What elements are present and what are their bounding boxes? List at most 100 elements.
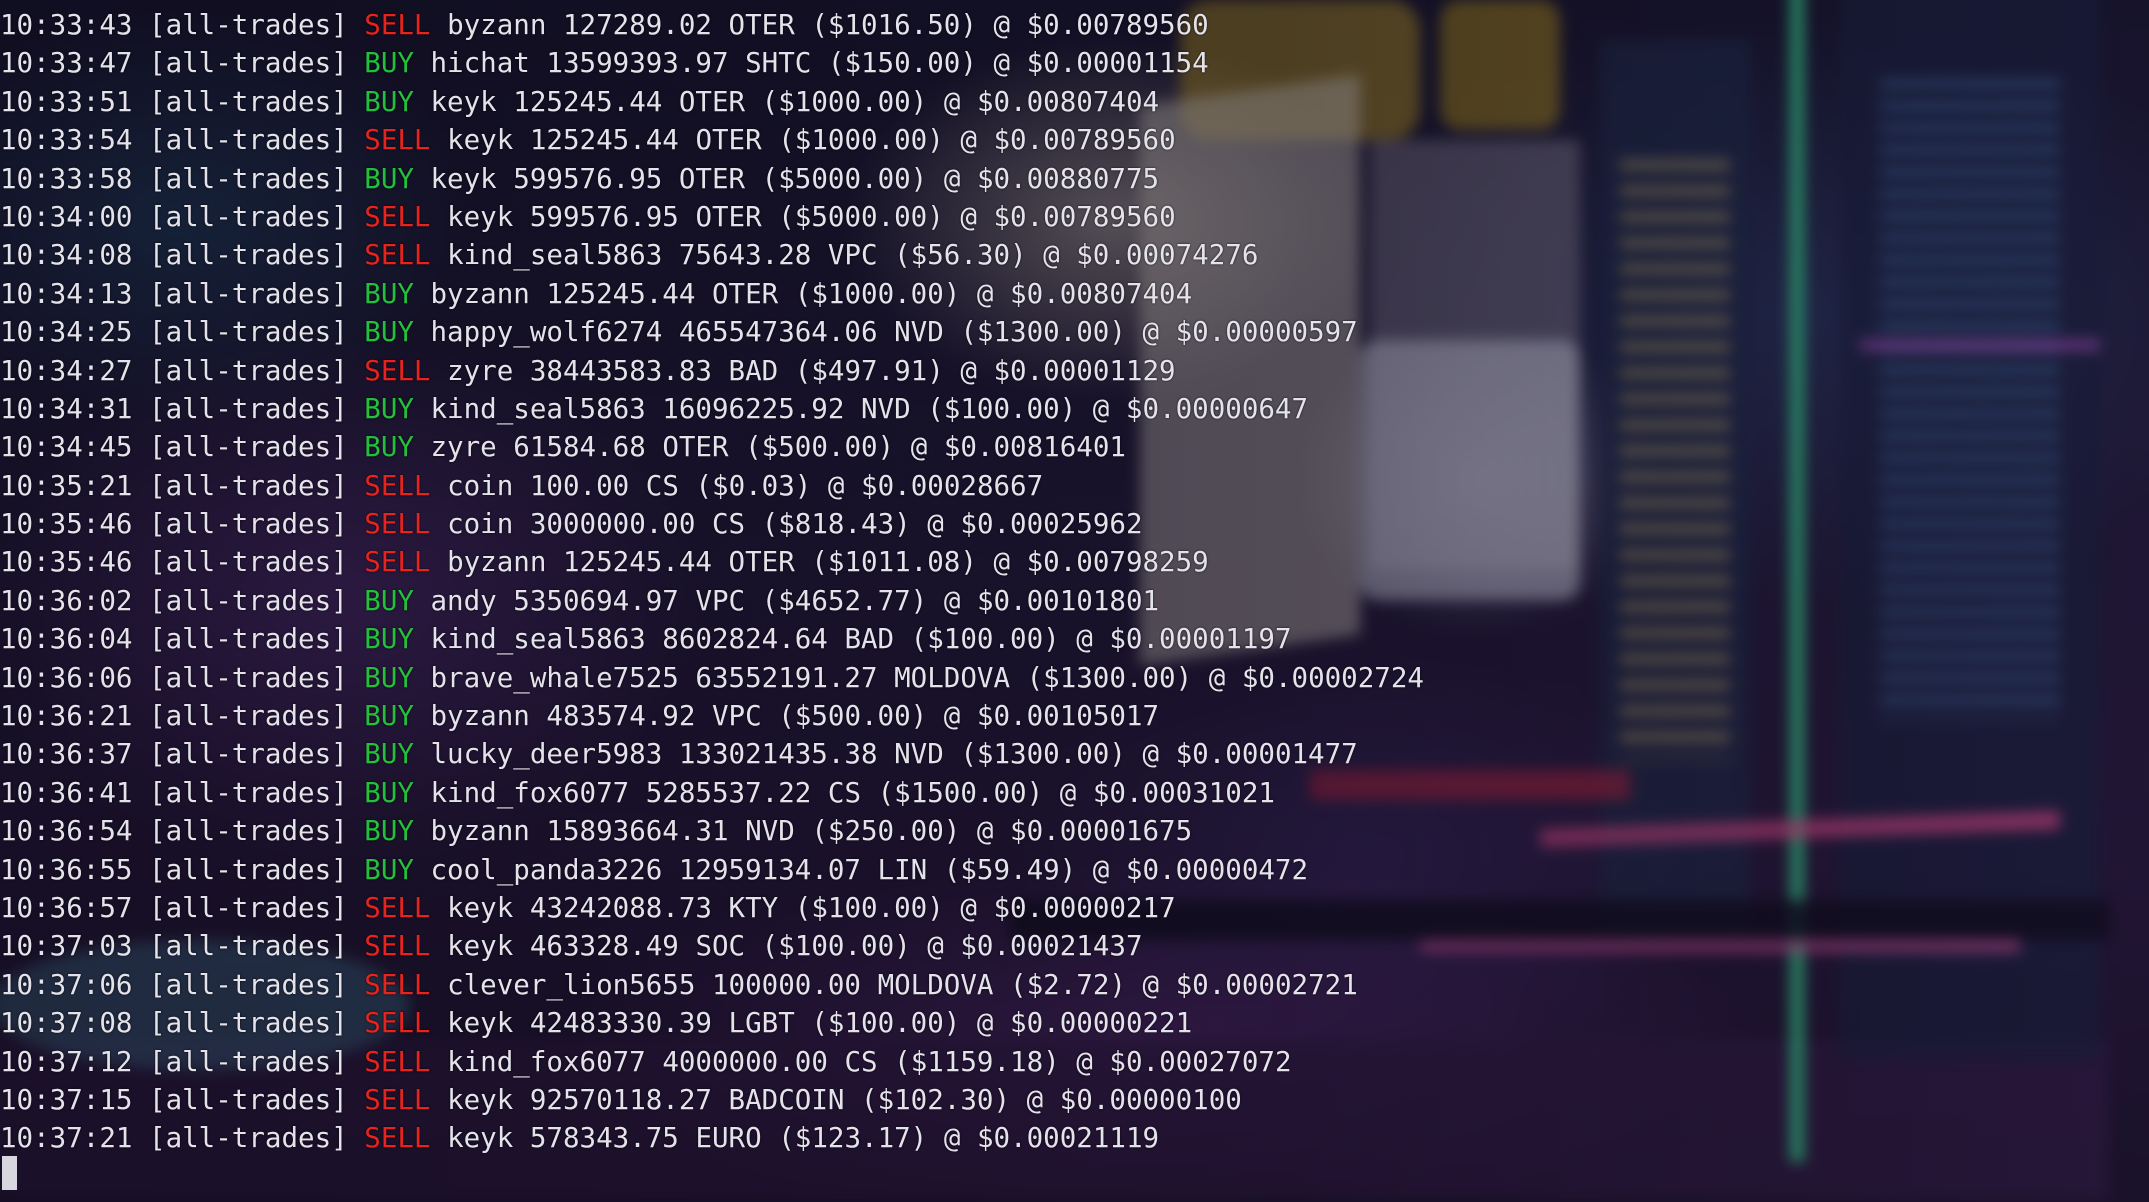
trade-channel: [all-trades]	[149, 1045, 348, 1078]
trade-price: $0.00002721	[1175, 968, 1358, 1001]
trade-token: CS	[645, 469, 679, 502]
trade-at-sign: @	[927, 508, 944, 541]
trade-amount: 463328.49	[529, 930, 679, 963]
trade-at-sign: @	[1208, 661, 1226, 694]
trade-price: $0.00101801	[976, 584, 1160, 617]
trade-user: andy	[430, 584, 497, 617]
trade-user: keyk	[447, 200, 514, 233]
trade-amount: 125245.44	[529, 124, 679, 157]
trade-side: BUY	[364, 853, 414, 886]
trade-price: $0.00789560	[993, 200, 1176, 233]
trade-channel: [all-trades]	[149, 1007, 348, 1040]
trade-usd-value: ($100.00)	[910, 623, 1060, 656]
trade-side: BUY	[364, 316, 414, 349]
trade-line: 10:34:08 [all-trades] SELL kind_seal5863…	[0, 236, 1424, 274]
trade-channel: [all-trades]	[149, 815, 348, 848]
trade-time: 10:33:58	[0, 162, 133, 195]
trade-token: OTER	[728, 9, 795, 41]
trade-time: 10:36:54	[0, 815, 133, 848]
trade-channel: [all-trades]	[149, 1083, 348, 1116]
trade-line: 10:37:03 [all-trades] SELL keyk 463328.4…	[0, 927, 1424, 965]
trade-token: NVD	[894, 316, 944, 349]
trade-user: coin	[447, 469, 514, 502]
trade-usd-value: ($1300.00)	[960, 738, 1126, 771]
trade-at-sign: @	[1142, 738, 1160, 771]
trade-side: SELL	[364, 508, 431, 541]
trade-user: hichat	[430, 47, 530, 80]
trade-channel: [all-trades]	[149, 661, 348, 694]
trade-line: 10:36:55 [all-trades] BUY cool_panda3226…	[0, 851, 1424, 889]
trade-time: 10:36:55	[0, 853, 133, 886]
trade-user: cool_panda3226	[430, 853, 663, 886]
trade-price: $0.00027072	[1109, 1045, 1292, 1078]
trade-side: SELL	[364, 968, 431, 1001]
trade-side: BUY	[364, 776, 414, 809]
trade-user: kind_seal5863	[430, 623, 646, 656]
trade-side: SELL	[364, 200, 431, 233]
trade-price: $0.00000472	[1125, 853, 1309, 886]
terminal-window[interactable]: 10:33:43 [all-trades] SELL byzann 127289…	[0, 0, 2149, 1202]
trade-line: 10:33:51 [all-trades] BUY keyk 125245.44…	[0, 83, 1424, 121]
trade-line: 10:37:15 [all-trades] SELL keyk 92570118…	[0, 1081, 1424, 1119]
trade-price: $0.00002724	[1241, 661, 1424, 694]
trade-amount: 75643.28	[678, 239, 812, 272]
trade-amount: 127289.02	[562, 9, 712, 41]
trade-channel: [all-trades]	[149, 776, 348, 809]
trade-usd-value: ($100.00)	[794, 891, 944, 924]
trade-amount: 599576.95	[529, 200, 679, 233]
trade-at-sign: @	[827, 469, 845, 502]
trade-amount: 100000.00	[711, 968, 861, 1001]
trade-usd-value: ($0.03)	[695, 469, 812, 502]
trade-amount: 5285537.22	[645, 776, 812, 809]
trade-side: SELL	[364, 891, 431, 924]
trade-user: brave_whale7525	[430, 661, 679, 694]
trade-time: 10:34:25	[0, 316, 133, 349]
trade-at-sign: @	[1142, 968, 1160, 1001]
trade-amount: 63552191.27	[695, 661, 878, 694]
trade-line: 10:36:57 [all-trades] SELL keyk 43242088…	[0, 889, 1424, 927]
trade-user: kind_seal5863	[447, 239, 663, 272]
trade-side: BUY	[364, 47, 414, 80]
trade-token: OTER	[678, 162, 746, 195]
trade-channel: [all-trades]	[149, 124, 348, 157]
trade-channel: [all-trades]	[149, 162, 348, 195]
trade-usd-value: ($59.49)	[943, 853, 1077, 886]
trade-user: byzann	[447, 546, 547, 579]
trade-amount: 42483330.39	[529, 1007, 712, 1040]
trade-channel: [all-trades]	[149, 891, 348, 924]
trade-channel: [all-trades]	[149, 738, 348, 771]
trade-price: $0.00000221	[1010, 1007, 1193, 1040]
trade-channel: [all-trades]	[149, 623, 348, 656]
trade-line: 10:36:04 [all-trades] BUY kind_seal5863 …	[0, 620, 1424, 658]
trade-channel: [all-trades]	[149, 47, 348, 80]
trade-price: $0.00000100	[1059, 1083, 1242, 1116]
trade-amount: 43242088.73	[529, 891, 712, 924]
trade-usd-value: ($150.00)	[827, 47, 977, 80]
trade-channel: [all-trades]	[149, 700, 348, 733]
trade-channel: [all-trades]	[149, 853, 348, 886]
trade-price: $0.00001154	[1026, 47, 1209, 80]
trade-amount: 483574.92	[546, 700, 696, 733]
trade-usd-value: ($100.00)	[927, 392, 1077, 425]
trade-side: BUY	[364, 815, 414, 848]
trade-token: OTER	[728, 546, 795, 579]
trade-time: 10:35:21	[0, 469, 133, 502]
trade-price: $0.00001675	[1010, 815, 1193, 848]
trade-price: $0.00816401	[943, 431, 1126, 464]
trade-amount: 3000000.00	[529, 508, 696, 541]
trade-side: SELL	[364, 546, 431, 579]
trade-channel: [all-trades]	[149, 968, 348, 1001]
trade-user: lucky_deer5983	[430, 738, 663, 771]
trade-user: byzann	[430, 700, 530, 733]
trade-time: 10:37:08	[0, 1007, 133, 1040]
trade-line: 10:35:21 [all-trades] SELL coin 100.00 C…	[0, 467, 1424, 505]
trade-channel: [all-trades]	[149, 584, 348, 617]
trade-at-sign: @	[943, 85, 961, 118]
trade-time: 10:34:00	[0, 200, 133, 233]
trade-side: BUY	[364, 661, 414, 694]
trade-side: BUY	[364, 623, 414, 656]
trade-amount: 100.00	[529, 469, 630, 502]
trade-at-sign: @	[976, 815, 994, 848]
trade-line: 10:33:43 [all-trades] SELL byzann 127289…	[0, 6, 1424, 44]
trade-side: SELL	[364, 1007, 431, 1040]
